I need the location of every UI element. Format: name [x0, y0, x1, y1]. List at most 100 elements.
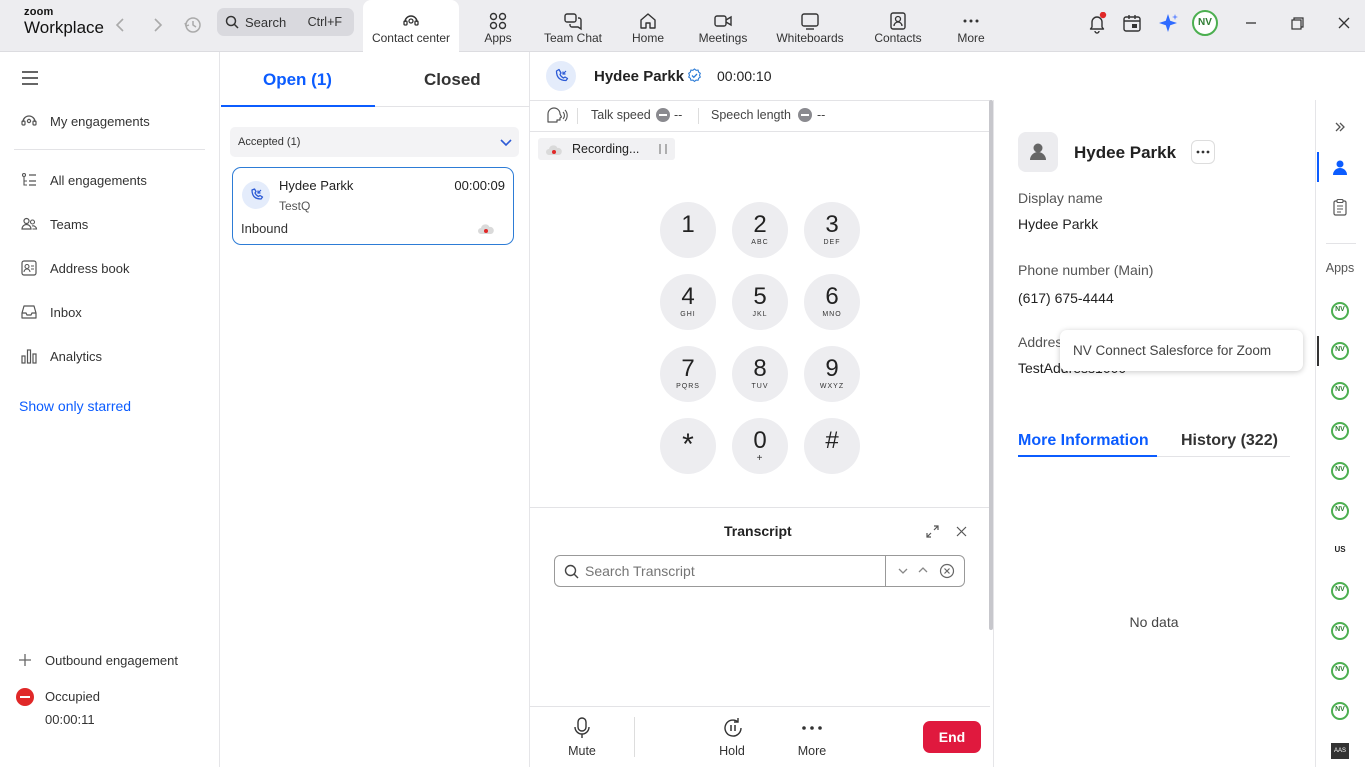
sidebar-item-inbox[interactable]: Inbox: [20, 301, 82, 323]
close-transcript-icon[interactable]: [954, 524, 969, 539]
aas-app-icon[interactable]: AAS: [1331, 743, 1349, 759]
user-avatar[interactable]: NV: [1192, 10, 1218, 36]
more-button[interactable]: More: [792, 716, 832, 760]
talk-speed-label: Talk speed: [591, 108, 651, 122]
active-call-icon: [546, 61, 576, 91]
app-rail: Apps NV NV NV NV NV NV US NV NV NV NV AA…: [1315, 100, 1365, 767]
dialpad-key-7[interactable]: 7 PQRS: [660, 346, 716, 402]
minimize-icon[interactable]: [1240, 12, 1262, 34]
nv-connect-app-icon[interactable]: NV: [1331, 622, 1349, 640]
tab-home[interactable]: Home: [620, 0, 676, 52]
tab-more-information[interactable]: More Information: [1018, 432, 1149, 450]
search-icon: [225, 15, 239, 29]
forward-arrow-icon[interactable]: [146, 14, 168, 36]
engagement-card[interactable]: Hydee Parkk 00:00:09 TestQ Inbound: [232, 167, 514, 245]
tab-closed[interactable]: Closed: [424, 70, 481, 90]
hamburger-menu-icon[interactable]: [20, 68, 40, 88]
dialpad-key-1[interactable]: 1: [660, 202, 716, 258]
previous-match-icon[interactable]: [917, 564, 929, 576]
recording-cloud-icon: [545, 143, 563, 156]
status-label[interactable]: Occupied: [45, 689, 100, 704]
notes-icon[interactable]: [1331, 198, 1349, 216]
dialpad-key-2[interactable]: 2 ABC: [732, 202, 788, 258]
next-match-icon[interactable]: [897, 565, 909, 577]
status-timer: 00:00:11: [45, 712, 95, 727]
engagement-list-panel: Open (1) Closed Accepted (1) Hydee Parkk…: [221, 52, 530, 767]
nv-connect-app-icon[interactable]: NV: [1331, 462, 1349, 480]
tabs-divider: [375, 106, 530, 107]
end-call-button[interactable]: End: [923, 721, 981, 753]
recording-label: Recording...: [572, 142, 640, 156]
rail-apps-label: Apps: [1325, 261, 1355, 275]
nv-connect-app-icon[interactable]: NV: [1331, 662, 1349, 680]
hold-button[interactable]: Hold: [712, 716, 752, 760]
tab-team-chat[interactable]: Team Chat: [540, 0, 606, 52]
show-only-starred-link[interactable]: Show only starred: [19, 398, 131, 414]
pause-recording-icon[interactable]: [658, 143, 668, 155]
tab-label: Contacts: [874, 31, 922, 45]
nv-connect-app-icon[interactable]: NV: [1331, 582, 1349, 600]
us-app-icon[interactable]: US: [1316, 545, 1364, 554]
nv-connect-app-icon[interactable]: NV: [1331, 422, 1349, 440]
nv-connect-salesforce-app-icon[interactable]: NV: [1331, 342, 1349, 360]
card-timer: 00:00:09: [454, 178, 505, 193]
sidebar-item-all-engagements[interactable]: All engagements: [20, 169, 147, 191]
recording-cloud-icon: [477, 222, 495, 236]
phone-value[interactable]: (617) 675-4444: [1018, 290, 1114, 306]
accepted-group-header[interactable]: Accepted (1): [230, 127, 519, 157]
global-search[interactable]: Search Ctrl+F: [217, 8, 354, 36]
tab-apps[interactable]: Apps: [470, 0, 526, 52]
contact-profile-icon[interactable]: [1331, 158, 1349, 176]
history-icon[interactable]: [182, 14, 204, 36]
dialpad-key-9[interactable]: 9 WXYZ: [804, 346, 860, 402]
dialpad-key-star[interactable]: *: [660, 418, 716, 474]
open-tab-indicator: [221, 105, 375, 107]
speech-length-value: --: [817, 108, 826, 122]
transcript-search-input[interactable]: [585, 561, 881, 581]
dialpad-key-0[interactable]: 0 +: [732, 418, 788, 474]
inbound-call-icon: [242, 181, 270, 209]
dialpad-key-6[interactable]: 6 MNO: [804, 274, 860, 330]
notification-bell-icon[interactable]: [1086, 12, 1108, 34]
dialpad-key-8[interactable]: 8 TUV: [732, 346, 788, 402]
call-timer: 00:00:10: [717, 68, 772, 84]
nv-connect-app-icon[interactable]: NV: [1331, 702, 1349, 720]
dialpad-key-3[interactable]: 3 DEF: [804, 202, 860, 258]
sidebar-item-address-book[interactable]: Address book: [20, 257, 130, 279]
recording-status[interactable]: Recording...: [538, 138, 675, 160]
nv-connect-app-icon[interactable]: NV: [1331, 502, 1349, 520]
restore-icon[interactable]: [1286, 12, 1308, 34]
tab-whiteboards[interactable]: Whiteboards: [772, 0, 848, 52]
apps-icon: [488, 11, 508, 31]
tab-history[interactable]: History (322): [1181, 432, 1278, 450]
dialpad-key-hash[interactable]: #: [804, 418, 860, 474]
dialpad-key-5[interactable]: 5 JKL: [732, 274, 788, 330]
tab-label: Apps: [484, 31, 512, 45]
tab-more[interactable]: More: [946, 0, 996, 52]
calendar-icon[interactable]: [1121, 12, 1143, 34]
collapse-panel-icon[interactable]: [1333, 120, 1347, 134]
nv-connect-app-icon[interactable]: NV: [1331, 302, 1349, 320]
tab-contacts[interactable]: Contacts: [868, 0, 928, 52]
occupied-status-icon[interactable]: [16, 688, 34, 706]
dialpad-key-4[interactable]: 4 GHI: [660, 274, 716, 330]
title-bar: zoom Workplace Search Ctrl+F Contact cen…: [0, 0, 1365, 52]
tab-open[interactable]: Open (1): [263, 70, 332, 90]
tab-label: Contact center: [371, 31, 451, 45]
contact-center-icon: [401, 11, 421, 31]
clear-search-icon[interactable]: [939, 563, 955, 579]
nv-connect-app-icon[interactable]: NV: [1331, 382, 1349, 400]
back-arrow-icon[interactable]: [110, 14, 132, 36]
expand-icon[interactable]: [925, 524, 940, 539]
profile-more-button[interactable]: [1191, 140, 1215, 164]
sidebar-item-teams[interactable]: Teams: [20, 213, 88, 235]
sidebar-item-analytics[interactable]: Analytics: [20, 345, 102, 367]
ai-companion-icon[interactable]: [1157, 12, 1179, 34]
outbound-engagement-button[interactable]: Outbound engagement: [16, 649, 178, 671]
mute-button[interactable]: Mute: [562, 716, 602, 760]
tab-label: More: [957, 31, 985, 45]
close-icon[interactable]: [1333, 12, 1355, 34]
sidebar-item-my-engagements[interactable]: My engagements: [20, 110, 150, 132]
tab-contact-center[interactable]: Contact center: [363, 0, 459, 52]
tab-meetings[interactable]: Meetings: [690, 0, 756, 52]
